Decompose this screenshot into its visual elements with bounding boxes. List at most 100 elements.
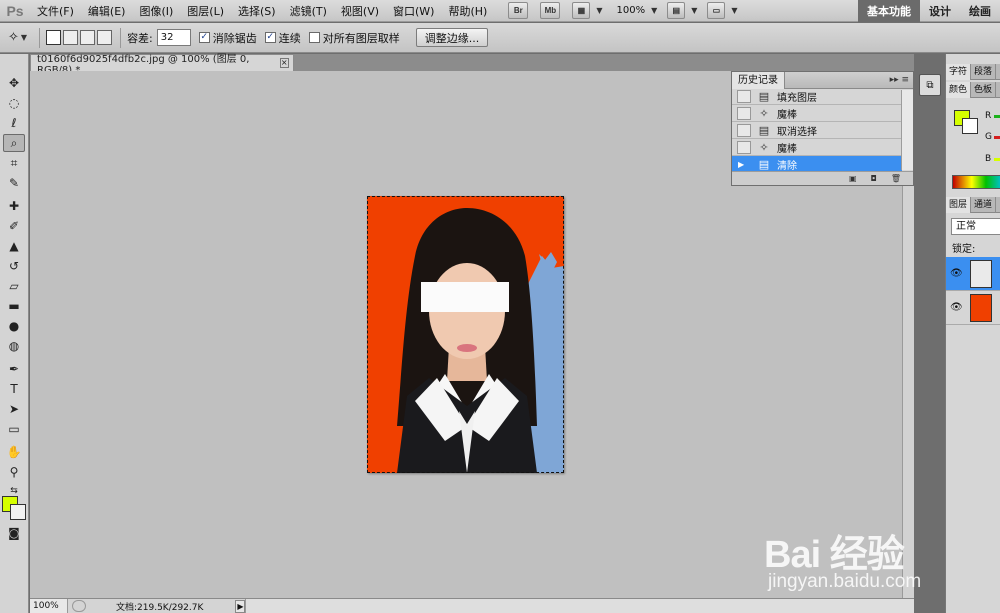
menu-image[interactable]: 图像(I)	[132, 3, 180, 19]
menu-file[interactable]: 文件(F)	[30, 3, 81, 19]
tools-panel: ✥ ◌ ℓ ⌕ ⌗ ✎ ✚ ✐ ▲ ↺ ▱ ▬ ● ◍ ✒ T ➤ ▭ ✋ ⚲ …	[0, 54, 29, 613]
healing-brush-tool-icon[interactable]: ✚	[3, 197, 25, 215]
history-snapshot-box[interactable]	[737, 140, 751, 154]
quick-selection-tool-icon[interactable]: ⌕	[3, 134, 25, 152]
history-item[interactable]: ▤ 填充图层	[732, 88, 902, 105]
hand-tool-icon[interactable]: ✋	[3, 443, 25, 461]
brush-tool-icon[interactable]: ✐	[3, 217, 25, 235]
gradient-tool-icon[interactable]: ▬	[3, 297, 25, 315]
history-item[interactable]: ▤ 取消选择	[732, 122, 902, 139]
red-slider[interactable]	[994, 115, 1000, 118]
contiguous-label: 连续	[278, 31, 301, 45]
screen-mode-button[interactable]: ▭	[707, 2, 726, 19]
history-state-pointer-icon[interactable]: ▶	[737, 157, 751, 171]
color-spectrum[interactable]	[952, 175, 1000, 189]
new-selection-mode[interactable]	[46, 30, 62, 45]
tab-paragraph[interactable]: 段落	[971, 64, 997, 80]
color-panel-background-swatch[interactable]	[962, 118, 978, 134]
marquee-tool-icon[interactable]: ◌	[3, 94, 25, 112]
background-color-swatch[interactable]	[10, 504, 26, 520]
magic-wand-icon[interactable]: ✧	[8, 30, 19, 45]
lasso-tool-icon[interactable]: ℓ	[3, 114, 25, 132]
bridge-button[interactable]: Br	[508, 2, 529, 19]
status-info-icon[interactable]	[72, 600, 86, 612]
intersect-selection-mode[interactable]	[97, 30, 113, 45]
workspace-painting[interactable]: 绘画	[960, 0, 1000, 22]
history-scrollbar[interactable]	[901, 90, 913, 170]
pen-tool-icon[interactable]: ✒	[3, 360, 25, 378]
history-item[interactable]: ✧ 魔棒	[732, 105, 902, 122]
menu-bar: Ps 文件(F) 编辑(E) 图像(I) 图层(L) 选择(S) 滤镜(T) 视…	[0, 0, 1000, 22]
chevron-down-icon[interactable]: ▼	[21, 33, 27, 42]
rectangle-tool-icon[interactable]: ▭	[3, 420, 25, 438]
new-document-from-state-icon[interactable]: ▣	[849, 174, 857, 183]
view-extras-button[interactable]: ▦	[572, 2, 591, 19]
workspace-switcher: 基本功能 设计 绘画	[858, 0, 1000, 22]
create-snapshot-icon[interactable]: ◘	[871, 174, 877, 183]
trash-icon[interactable]: 🗑	[891, 174, 901, 183]
quick-mask-icon[interactable]: ◙	[3, 524, 25, 542]
tolerance-input[interactable]: 32	[156, 29, 191, 46]
dodge-tool-icon[interactable]: ◍	[3, 337, 25, 355]
close-icon[interactable]: ×	[279, 58, 289, 68]
green-slider[interactable]	[994, 136, 1000, 139]
chevron-down-icon[interactable]: ▼	[691, 6, 697, 15]
chevron-right-icon[interactable]: ▶	[235, 599, 246, 613]
type-tool-icon[interactable]: T	[3, 380, 25, 398]
workspace-essentials[interactable]: 基本功能	[858, 0, 920, 22]
tab-color[interactable]: 颜色	[946, 82, 972, 98]
panel-menu-icon[interactable]: ▸▸ ≡	[890, 75, 909, 85]
blue-slider[interactable]	[994, 158, 1000, 161]
refine-edge-button[interactable]: 调整边缘...	[415, 28, 489, 47]
eraser-tool-icon[interactable]: ▱	[3, 277, 25, 295]
history-panel-title[interactable]: 历史记录	[732, 71, 785, 89]
menu-help[interactable]: 帮助(H)	[441, 3, 494, 19]
move-tool-icon[interactable]: ✥	[3, 74, 25, 92]
workspace-design[interactable]: 设计	[920, 0, 960, 22]
history-snapshot-box[interactable]	[737, 106, 751, 120]
mini-bridge-button[interactable]: Mb	[540, 2, 561, 19]
tab-character[interactable]: 字符	[946, 64, 972, 80]
menu-filter[interactable]: 滤镜(T)	[283, 3, 334, 19]
menu-view[interactable]: 视图(V)	[334, 3, 386, 19]
clone-stamp-tool-icon[interactable]: ▲	[3, 237, 25, 255]
menu-window[interactable]: 窗口(W)	[386, 3, 441, 19]
crop-tool-icon[interactable]: ⌗	[3, 154, 25, 172]
history-snapshot-box[interactable]	[737, 123, 751, 137]
chevron-down-icon[interactable]: ▼	[651, 6, 657, 15]
add-selection-mode[interactable]	[63, 30, 79, 45]
menu-select[interactable]: 选择(S)	[231, 3, 283, 19]
path-selection-tool-icon[interactable]: ➤	[3, 400, 25, 418]
chevron-down-icon[interactable]: ▼	[731, 6, 737, 15]
blend-mode-select[interactable]: 正常	[951, 218, 1000, 235]
blur-tool-icon[interactable]: ●	[3, 317, 25, 335]
menu-edit[interactable]: 编辑(E)	[81, 3, 133, 19]
horizontal-scrollbar[interactable]	[245, 599, 914, 613]
layer-row-fill[interactable]: 👁	[946, 291, 1000, 325]
eye-icon[interactable]: 👁	[950, 302, 963, 313]
antialias-checkbox[interactable]: ✓ 消除锯齿	[198, 30, 257, 46]
history-item[interactable]: ✧ 魔棒	[732, 139, 902, 156]
chevron-down-icon[interactable]: ▼	[596, 6, 602, 15]
contiguous-checkbox[interactable]: ✓ 连续	[264, 30, 301, 46]
document-tab[interactable]: t0160f6d9025f4dfb2c.jpg @ 100% (图层 0, RG…	[30, 54, 294, 76]
zoom-tool-icon[interactable]: ⚲	[3, 463, 25, 481]
menu-layer[interactable]: 图层(L)	[180, 3, 231, 19]
arrange-documents-button[interactable]: ▤	[667, 2, 686, 19]
layer-row-photo[interactable]: 👁	[946, 257, 1000, 291]
eyedropper-tool-icon[interactable]: ✎	[3, 174, 25, 192]
history-snapshot-box[interactable]	[737, 89, 751, 103]
zoom-field[interactable]: 100%	[30, 598, 68, 613]
history-dock-icon[interactable]: ⧉	[919, 74, 941, 96]
subtract-selection-mode[interactable]	[80, 30, 96, 45]
tab-channels[interactable]: 通道	[971, 197, 997, 213]
tab-swatches[interactable]: 色板	[971, 82, 997, 98]
sample-all-layers-checkbox[interactable]: 对所有图层取样	[308, 30, 400, 46]
history-panel-header: 历史记录 ▸▸ ≡	[732, 71, 913, 89]
zoom-level[interactable]: 100%	[617, 5, 646, 16]
eye-icon[interactable]: 👁	[950, 268, 963, 279]
history-item-label: 魔棒	[777, 109, 797, 121]
tab-layers[interactable]: 图层	[946, 197, 972, 213]
history-brush-tool-icon[interactable]: ↺	[3, 257, 25, 275]
document-image[interactable]	[367, 196, 564, 473]
